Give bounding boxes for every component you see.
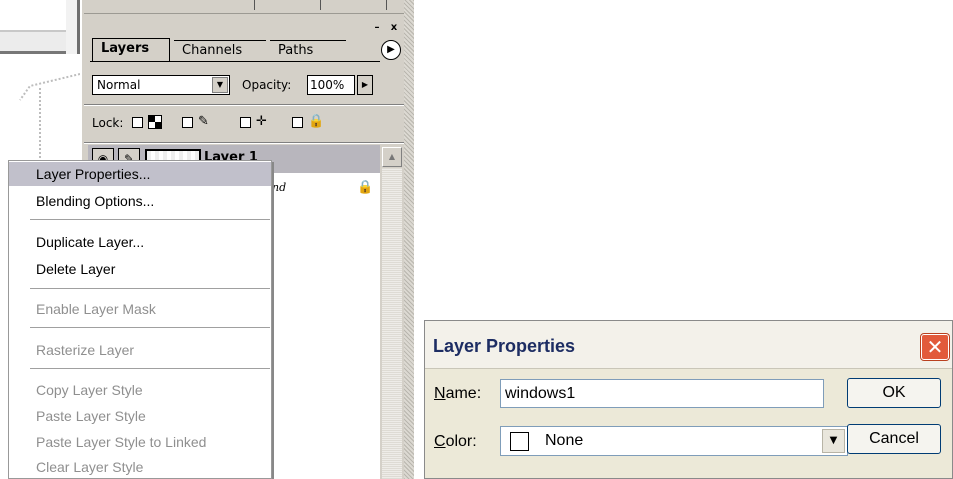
name-label-text: ame: (445, 385, 482, 402)
palette-tabs: Layers Channels Paths (90, 38, 402, 62)
lock-row: Lock: ✎ ✛ 🔒 (92, 112, 400, 136)
chevron-down-icon[interactable]: ▼ (212, 77, 228, 93)
menu-item-blending-options[interactable]: Blending Options... (9, 189, 271, 213)
color-label-access-key: C (434, 433, 446, 450)
lock-position-checkbox[interactable] (240, 117, 251, 128)
opacity-label: Opacity: (242, 78, 292, 92)
ok-button[interactable]: OK (847, 378, 941, 408)
opacity-slider-button[interactable]: ▶ (357, 75, 373, 95)
menu-item-rasterize-layer[interactable]: Rasterize Layer (9, 338, 271, 362)
dialog-title-bar[interactable]: Layer Properties ✕ (425, 321, 952, 369)
background-layer-name: nd (272, 181, 287, 194)
canvas-edge (66, 0, 80, 54)
chevron-down-icon[interactable]: ▼ (822, 429, 845, 453)
scroll-up-button[interactable]: ▲ (382, 147, 402, 167)
dialog-title: Layer Properties (433, 336, 576, 356)
color-swatch (510, 432, 529, 451)
minimize-icon[interactable]: – (369, 22, 385, 36)
lock-icon: 🔒 (308, 114, 325, 129)
lock-all-checkbox[interactable] (292, 117, 303, 128)
name-label-access-key: N (434, 385, 446, 402)
menu-separator (30, 327, 270, 328)
layer-name-field[interactable]: windows1 (500, 379, 824, 408)
layer-color-select[interactable]: None (500, 426, 848, 456)
palette-resize-edge[interactable] (404, 0, 414, 479)
move-icon: ✛ (256, 114, 267, 129)
blend-mode-value: Normal (97, 78, 141, 92)
menu-item-layer-properties[interactable]: Layer Properties... (9, 162, 271, 186)
close-icon[interactable]: ✕ (921, 334, 949, 360)
palette-menu-arrow-icon[interactable]: ▶ (381, 40, 401, 60)
palette-ruler (84, 0, 404, 14)
menu-separator (30, 219, 270, 220)
opacity-field[interactable]: 100% (307, 75, 355, 95)
blend-mode-select[interactable]: Normal ▼ (92, 75, 230, 95)
menu-separator (30, 288, 270, 289)
menu-item-copy-layer-style[interactable]: Copy Layer Style (9, 378, 271, 402)
divider (84, 142, 404, 144)
color-label-text: olor: (445, 433, 477, 450)
context-menu: Layer Properties... Blending Options... … (8, 160, 272, 479)
menu-item-paste-layer-style-to-linked[interactable]: Paste Layer Style to Linked (9, 430, 271, 454)
menu-item-paste-layer-style[interactable]: Paste Layer Style (9, 404, 271, 428)
scrollbar-track[interactable] (382, 168, 402, 479)
tab-layers[interactable]: Layers (92, 38, 170, 62)
transparency-icon (148, 115, 162, 129)
tab-channels[interactable]: Channels (174, 40, 266, 62)
lock-label: Lock: (92, 116, 124, 130)
lock-pixels-checkbox[interactable] (182, 117, 193, 128)
lock-transparency-checkbox[interactable] (132, 117, 143, 128)
menu-item-delete-layer[interactable]: Delete Layer (9, 257, 271, 281)
palette-window-buttons: – x (369, 22, 403, 36)
menu-item-clear-layer-style[interactable]: Clear Layer Style (9, 455, 271, 479)
brush-icon: ✎ (198, 114, 209, 129)
color-label: Color: (434, 432, 477, 452)
menu-item-enable-layer-mask[interactable]: Enable Layer Mask (9, 297, 271, 321)
tabs-underline (90, 61, 380, 62)
name-label: Name: (434, 384, 481, 404)
canvas-border (0, 30, 66, 54)
tab-paths[interactable]: Paths (270, 40, 346, 62)
close-icon[interactable]: x (386, 22, 402, 36)
cancel-button[interactable]: Cancel (847, 424, 941, 454)
lock-icon: 🔒 (357, 180, 374, 195)
menu-separator (30, 368, 270, 369)
menu-item-duplicate-layer[interactable]: Duplicate Layer... (9, 230, 271, 254)
canvas-selection-marquee (19, 73, 80, 170)
divider (84, 104, 404, 106)
